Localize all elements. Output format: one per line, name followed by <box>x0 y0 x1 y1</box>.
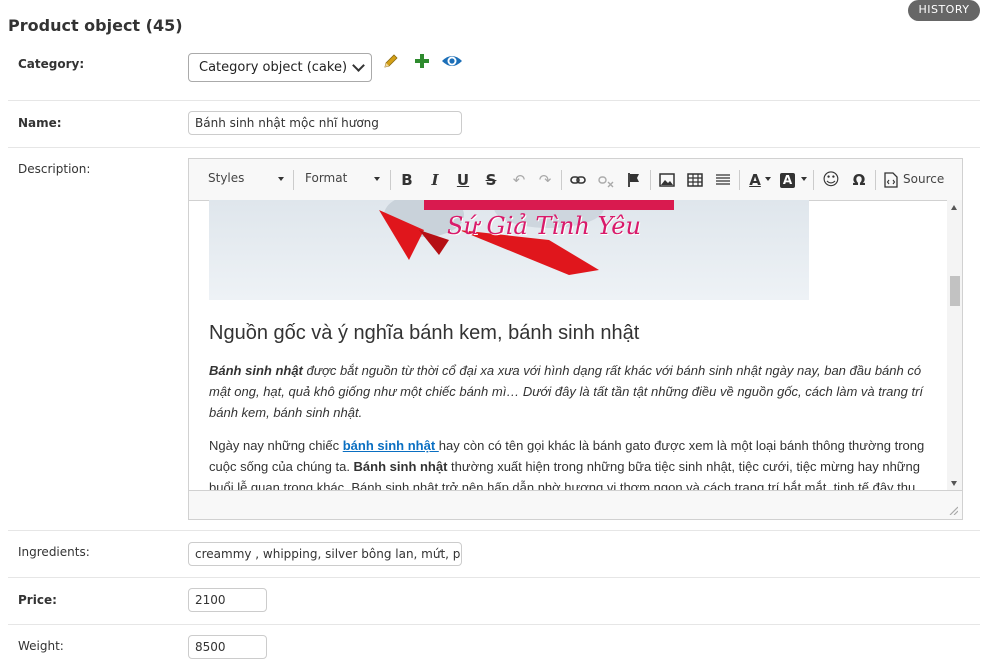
source-icon <box>884 172 898 188</box>
para2-text-a: Ngày nay những chiếc <box>209 438 343 453</box>
strikethrough-icon[interactable]: S <box>482 171 500 189</box>
chevron-down-icon <box>765 177 771 181</box>
editor-toolbar: Styles Format B I U S ↶ ↷ A A ☺ Ω Source <box>189 159 962 201</box>
image-icon[interactable] <box>658 171 676 189</box>
history-button[interactable]: HISTORY <box>908 0 980 21</box>
chevron-down-icon <box>278 177 284 181</box>
page-title: Product object (45) <box>8 16 183 35</box>
ingredients-label: Ingredients: <box>18 545 90 559</box>
ingredients-row: Ingredients: creammy , whipping, silver … <box>8 531 980 578</box>
styles-dropdown[interactable]: Styles <box>208 171 284 185</box>
eye-icon[interactable] <box>441 53 463 69</box>
underline-icon[interactable]: U <box>454 171 472 189</box>
price-row: Price: 2100 <box>8 578 980 625</box>
format-dropdown[interactable]: Format <box>305 171 380 185</box>
horizontal-line-icon[interactable] <box>714 171 732 189</box>
weight-row: Weight: 8500 <box>8 625 980 666</box>
toolbar-separator <box>650 170 651 190</box>
text-color-icon[interactable]: A <box>746 171 764 189</box>
chevron-down-icon <box>801 177 807 181</box>
toolbar-separator <box>875 170 876 190</box>
content-image: Sứ Giả Tình Yêu <box>209 200 809 300</box>
resize-handle-icon[interactable] <box>948 505 958 515</box>
table-icon[interactable] <box>686 171 704 189</box>
toolbar-separator <box>293 170 294 190</box>
image-caption: Sứ Giả Tình Yêu <box>447 212 641 240</box>
para1-bold: Bánh sinh nhật <box>209 363 303 378</box>
smiley-icon[interactable]: ☺ <box>822 171 840 189</box>
rich-text-editor[interactable]: Styles Format B I U S ↶ ↷ A A ☺ Ω Source <box>188 158 963 520</box>
scroll-down-icon[interactable] <box>951 481 957 486</box>
background-color-icon[interactable]: A <box>780 173 795 188</box>
special-character-icon[interactable]: Ω <box>850 171 868 189</box>
weight-label: Weight: <box>18 639 64 653</box>
bold-icon[interactable]: B <box>398 171 416 189</box>
price-label: Price: <box>18 593 57 607</box>
category-label: Category: <box>18 57 85 71</box>
content-heading: Nguồn gốc và ý nghĩa bánh kem, bánh sinh… <box>209 322 640 344</box>
chevron-down-icon <box>352 59 365 72</box>
ingredients-input[interactable]: creammy , whipping, silver bông lan, mứt… <box>188 542 462 566</box>
add-icon[interactable] <box>413 52 431 70</box>
pencil-icon[interactable] <box>382 52 400 70</box>
undo-icon[interactable]: ↶ <box>510 171 528 189</box>
para2-bold: Bánh sinh nhật <box>353 459 448 474</box>
toolbar-separator <box>813 170 814 190</box>
category-select[interactable]: Category object (cake) <box>188 53 372 82</box>
toolbar-separator <box>561 170 562 190</box>
para1-text: được bắt nguồn từ thời cổ đại xa xưa với… <box>209 363 924 420</box>
name-row: Name: Bánh sinh nhật mộc nhĩ hương <box>8 101 980 148</box>
editor-scrollbar[interactable] <box>947 200 962 491</box>
styles-dropdown-label: Styles <box>208 171 245 185</box>
chevron-down-icon <box>374 177 380 181</box>
format-dropdown-label: Format <box>305 171 348 185</box>
name-label: Name: <box>18 116 62 130</box>
source-button[interactable]: Source <box>903 172 944 186</box>
bank-sinh-nhat-link[interactable]: bánh sinh nhật <box>343 438 439 453</box>
editor-statusbar <box>189 490 962 519</box>
toolbar-separator <box>739 170 740 190</box>
redo-icon[interactable]: ↷ <box>536 171 554 189</box>
editor-content[interactable]: Sứ Giả Tình Yêu Nguồn gốc và ý nghĩa bán… <box>189 200 947 491</box>
link-icon[interactable] <box>569 171 587 189</box>
price-input[interactable]: 2100 <box>188 588 267 612</box>
scroll-up-icon[interactable] <box>951 205 957 210</box>
category-row: Category: Category object (cake) <box>8 40 980 101</box>
category-select-value: Category object (cake) <box>199 60 348 75</box>
anchor-flag-icon[interactable] <box>625 171 643 189</box>
toolbar-separator <box>390 170 391 190</box>
description-label: Description: <box>18 162 91 176</box>
italic-icon[interactable]: I <box>426 171 444 189</box>
name-input[interactable]: Bánh sinh nhật mộc nhĩ hương <box>188 111 462 135</box>
scrollbar-thumb[interactable] <box>950 276 960 306</box>
unlink-icon[interactable] <box>597 171 615 189</box>
content-paragraph-1: Bánh sinh nhật được bắt nguồn từ thời cổ… <box>209 360 927 423</box>
weight-input[interactable]: 8500 <box>188 635 267 659</box>
content-paragraph-2: Ngày nay những chiếc bánh sinh nhật hay … <box>209 435 927 491</box>
